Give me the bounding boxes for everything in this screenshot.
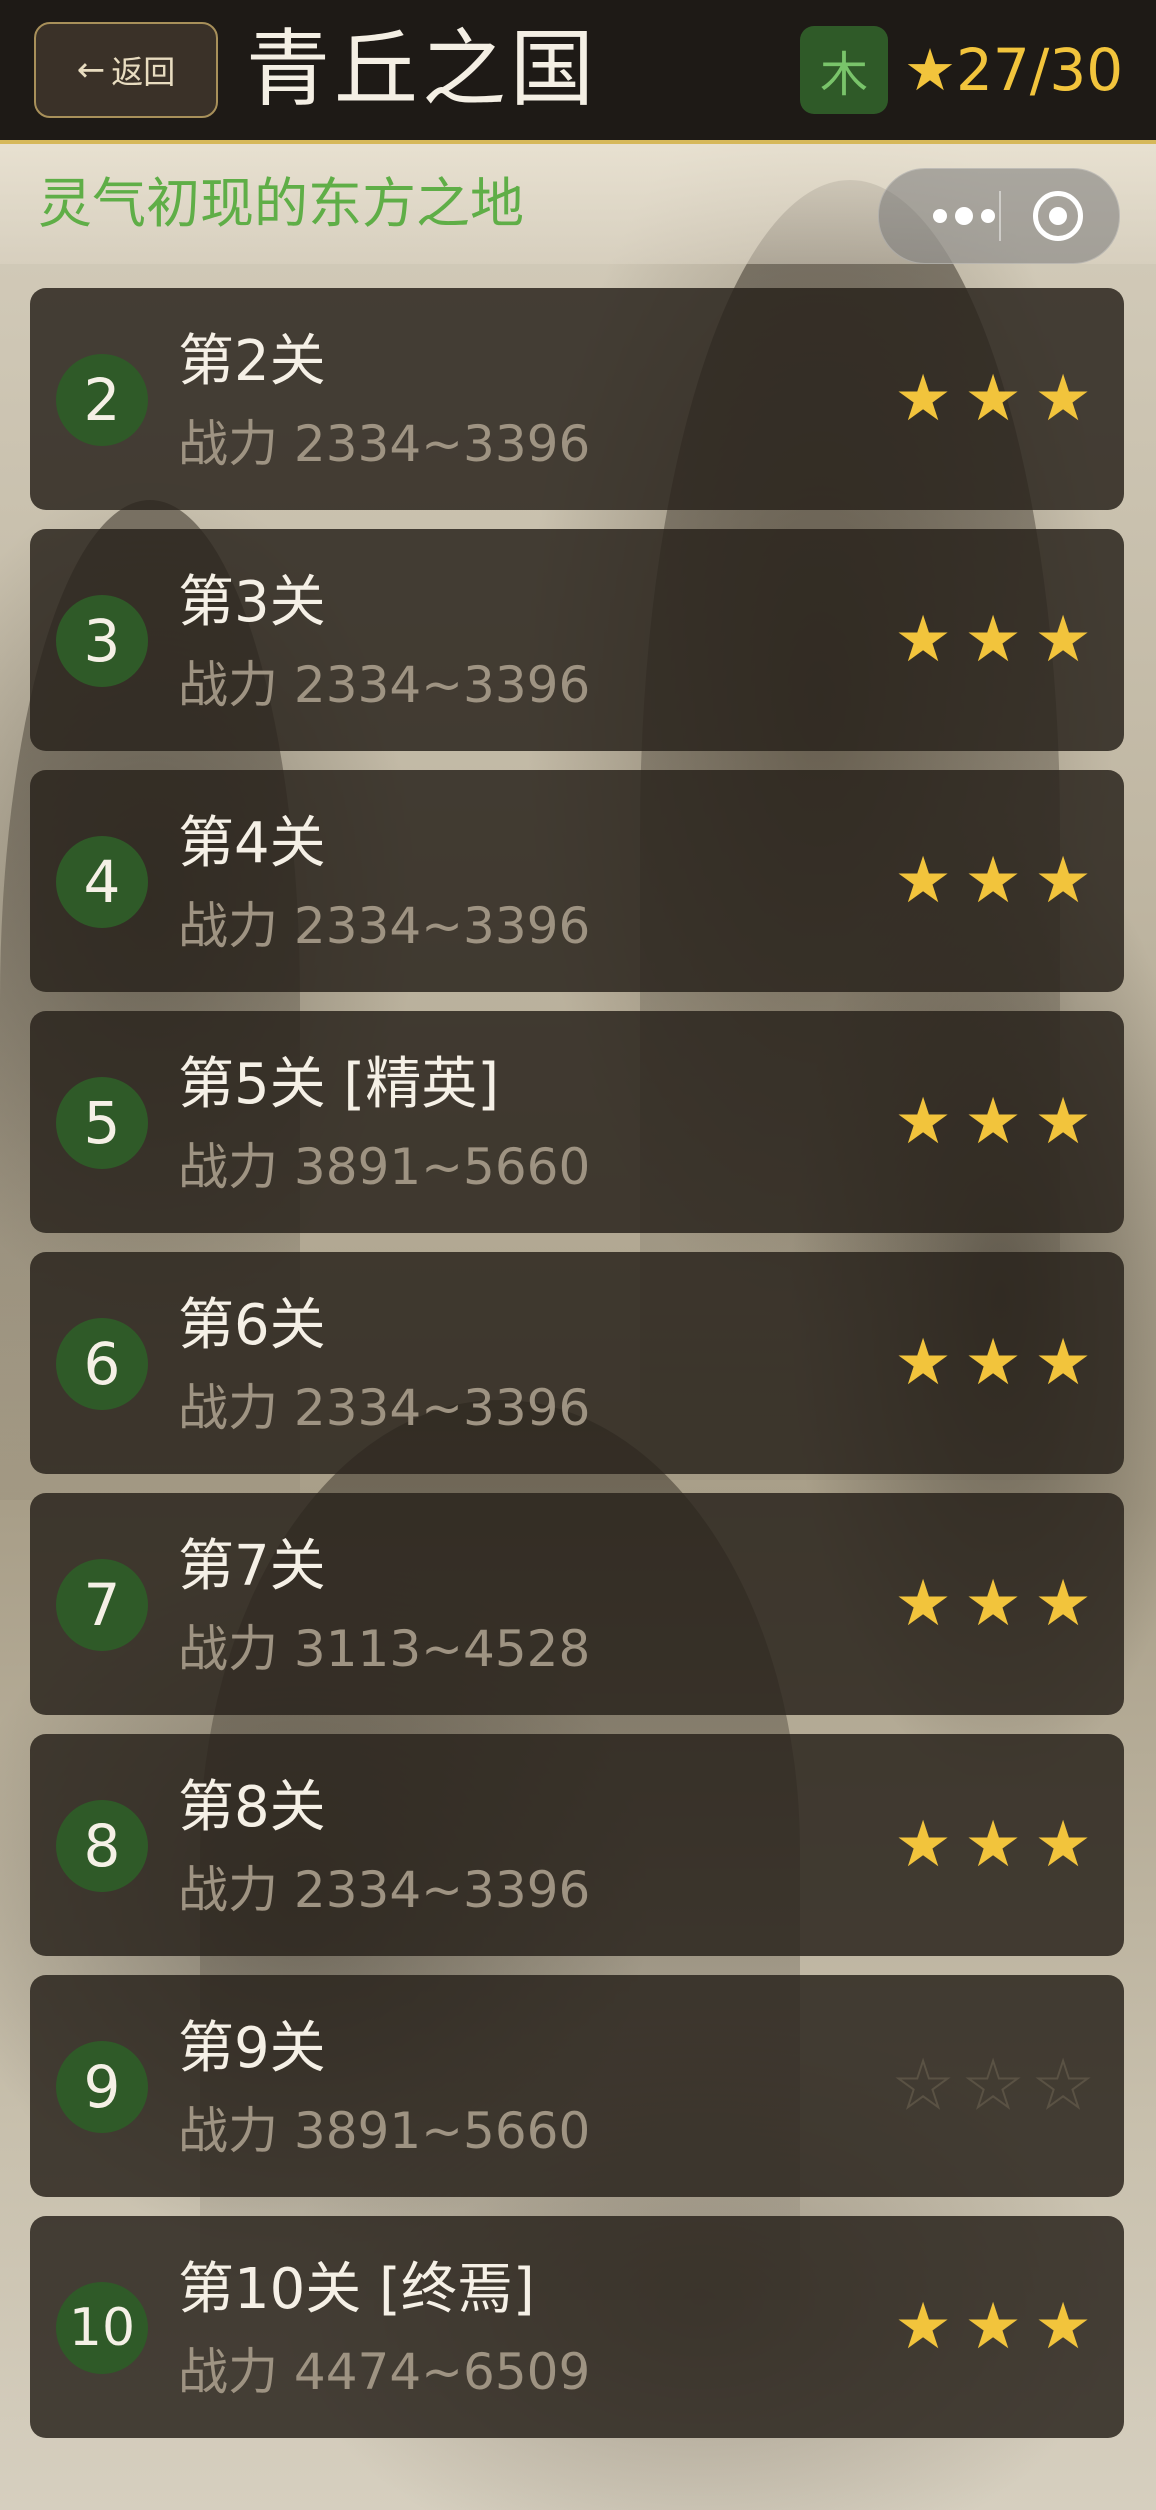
level-name: 第2关 bbox=[178, 329, 326, 394]
star-icon: ★ bbox=[964, 1808, 1022, 1882]
close-target-icon[interactable] bbox=[1033, 191, 1083, 241]
level-row[interactable]: 7 第7关 战力 3113~4528 ★ ★ ★ bbox=[30, 1493, 1124, 1715]
level-name: 第7关 bbox=[178, 1534, 326, 1599]
level-row[interactable]: 5 第5关 [精英] 战力 3891~5660 ★ ★ ★ bbox=[30, 1011, 1124, 1233]
level-number-badge: 3 bbox=[56, 595, 148, 687]
level-power: 战力 2334~3396 bbox=[178, 897, 591, 955]
level-row[interactable]: 3 第3关 战力 2334~3396 ★ ★ ★ bbox=[30, 529, 1124, 751]
star-rating: ★ ★ ★ bbox=[892, 1328, 1094, 1398]
star-icon: ★ bbox=[963, 2049, 1022, 2123]
top-bar: ← 返回 青丘之国 木 ★27/30 bbox=[0, 0, 1156, 144]
star-rating: ★ ★ ★ bbox=[892, 1087, 1094, 1157]
level-number-badge: 4 bbox=[56, 836, 148, 928]
star-icon: ★ bbox=[964, 603, 1022, 677]
level-name: 第10关 [终焉] bbox=[178, 2257, 535, 2322]
more-icon[interactable] bbox=[909, 169, 1019, 263]
star-icon: ★ bbox=[1034, 1085, 1092, 1159]
star-icon: ★ bbox=[893, 2049, 952, 2123]
star-rating: ★ ★ ★ bbox=[892, 2049, 1094, 2123]
star-icon: ★ bbox=[1034, 362, 1092, 436]
star-total: ★27/30 bbox=[904, 36, 1124, 104]
miniprogram-capsule bbox=[878, 168, 1120, 264]
star-icon: ★ bbox=[1034, 1567, 1092, 1641]
star-icon: ★ bbox=[964, 1567, 1022, 1641]
capsule-divider bbox=[999, 191, 1001, 241]
star-icon: ★ bbox=[1034, 844, 1092, 918]
level-row[interactable]: 8 第8关 战力 2334~3396 ★ ★ ★ bbox=[30, 1734, 1124, 1956]
star-icon: ★ bbox=[894, 1085, 952, 1159]
star-icon: ★ bbox=[964, 1326, 1022, 1400]
back-arrow-icon: ← bbox=[76, 50, 106, 90]
star-icon: ★ bbox=[1034, 1808, 1092, 1882]
star-rating: ★ ★ ★ bbox=[892, 605, 1094, 675]
star-icon: ★ bbox=[1033, 2049, 1092, 2123]
level-name: 第8关 bbox=[178, 1775, 326, 1840]
star-icon: ★ bbox=[1034, 603, 1092, 677]
level-row[interactable]: 2 第2关 战力 2334~3396 ★ ★ ★ bbox=[30, 288, 1124, 510]
level-number-badge: 9 bbox=[56, 2041, 148, 2133]
back-label: 返回 bbox=[111, 53, 176, 91]
level-name: 第3关 bbox=[178, 570, 326, 635]
level-power: 战力 2334~3396 bbox=[178, 1379, 591, 1437]
star-icon: ★ bbox=[894, 1326, 952, 1400]
star-icon: ★ bbox=[894, 1567, 952, 1641]
star-icon: ★ bbox=[1034, 2290, 1092, 2364]
level-row[interactable]: 9 第9关 战力 3891~5660 ★ ★ ★ bbox=[30, 1975, 1124, 2197]
level-name: 第6关 bbox=[178, 1293, 326, 1358]
star-rating: ★ ★ ★ bbox=[892, 364, 1094, 434]
star-icon: ★ bbox=[894, 1808, 952, 1882]
level-number-badge: 5 bbox=[56, 1077, 148, 1169]
element-badge: 木 bbox=[800, 26, 888, 114]
level-name: 第4关 bbox=[178, 811, 326, 876]
star-icon: ★ bbox=[964, 1085, 1022, 1159]
level-number-badge: 8 bbox=[56, 1800, 148, 1892]
level-power: 战力 4474~6509 bbox=[178, 2343, 591, 2401]
level-number-badge: 7 bbox=[56, 1559, 148, 1651]
level-name: 第9关 bbox=[178, 2016, 326, 2081]
level-row[interactable]: 4 第4关 战力 2334~3396 ★ ★ ★ bbox=[30, 770, 1124, 992]
star-icon: ★ bbox=[1034, 1326, 1092, 1400]
level-number-badge: 10 bbox=[56, 2282, 148, 2374]
star-icon: ★ bbox=[894, 2290, 952, 2364]
level-power: 战力 3113~4528 bbox=[178, 1620, 591, 1678]
star-icon: ★ bbox=[964, 2290, 1022, 2364]
level-power: 战力 2334~3396 bbox=[178, 656, 591, 714]
page-title: 青丘之国 bbox=[246, 20, 599, 118]
level-number-badge: 6 bbox=[56, 1318, 148, 1410]
level-name: 第5关 [精英] bbox=[178, 1052, 500, 1117]
star-icon: ★ bbox=[894, 844, 952, 918]
star-icon: ★ bbox=[894, 362, 952, 436]
star-rating: ★ ★ ★ bbox=[892, 1810, 1094, 1880]
star-rating: ★ ★ ★ bbox=[892, 846, 1094, 916]
level-number-badge: 2 bbox=[56, 354, 148, 446]
level-power: 战力 2334~3396 bbox=[178, 1861, 591, 1919]
star-icon: ★ bbox=[894, 603, 952, 677]
back-button[interactable]: ← 返回 bbox=[34, 22, 218, 118]
level-power: 战力 2334~3396 bbox=[178, 415, 591, 473]
star-rating: ★ ★ ★ bbox=[892, 2292, 1094, 2362]
region-subtitle: 灵气初现的东方之地 bbox=[38, 172, 524, 235]
star-icon: ★ bbox=[964, 362, 1022, 436]
star-icon: ★ bbox=[964, 844, 1022, 918]
level-row[interactable]: 10 第10关 [终焉] 战力 4474~6509 ★ ★ ★ bbox=[30, 2216, 1124, 2438]
star-rating: ★ ★ ★ bbox=[892, 1569, 1094, 1639]
level-power: 战力 3891~5660 bbox=[178, 1138, 591, 1196]
level-power: 战力 3891~5660 bbox=[178, 2102, 591, 2160]
level-row[interactable]: 6 第6关 战力 2334~3396 ★ ★ ★ bbox=[30, 1252, 1124, 1474]
